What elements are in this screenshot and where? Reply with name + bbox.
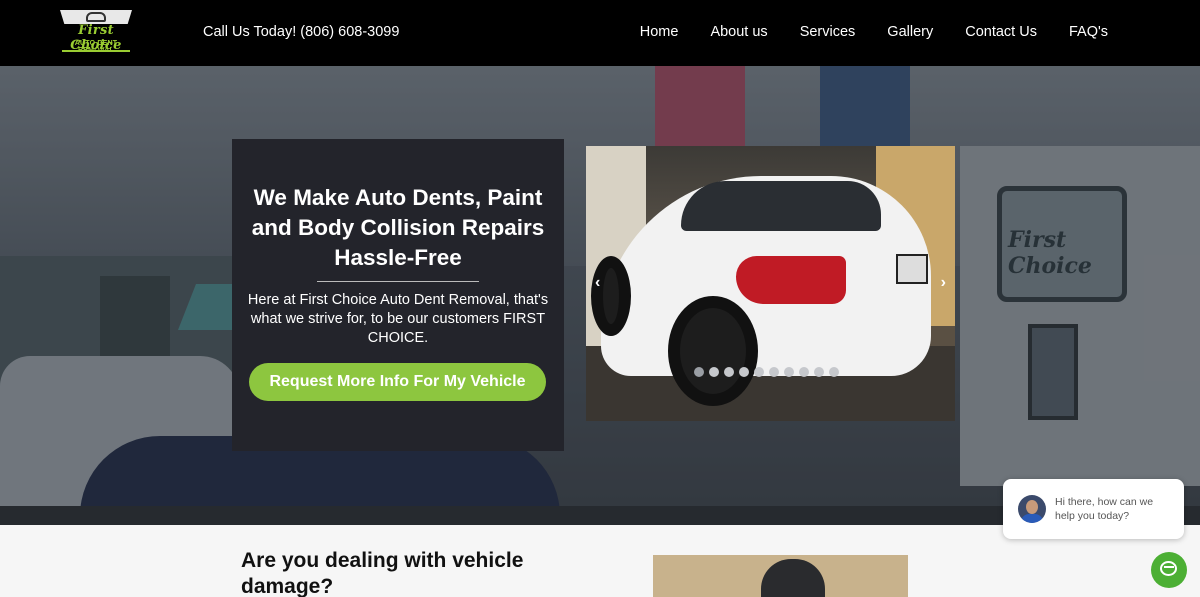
nav-contact[interactable]: Contact Us: [965, 24, 1037, 40]
carousel-dot[interactable]: [784, 367, 794, 377]
hero-text-panel: We Make Auto Dents, Paint and Body Colli…: [232, 139, 564, 451]
carousel-next-arrow-icon[interactable]: ›: [941, 274, 946, 292]
carousel-photo-wheel: [668, 296, 758, 406]
nav-home[interactable]: Home: [640, 24, 679, 40]
request-info-button[interactable]: Request More Info For My Vehicle: [249, 363, 546, 401]
chat-bubble-icon[interactable]: [1151, 552, 1187, 588]
site-logo[interactable]: First Choice AUTO DENT REMOVAL: [58, 10, 134, 54]
image-carousel: ‹ ›: [586, 146, 955, 421]
technician-photo: [653, 555, 908, 597]
nav-gallery[interactable]: Gallery: [887, 24, 933, 40]
hero-description: Here at First Choice Auto Dent Removal, …: [247, 292, 549, 346]
carousel-dot[interactable]: [739, 367, 749, 377]
chat-agent-avatar: [1018, 495, 1046, 523]
carousel-prev-arrow-icon[interactable]: ‹: [595, 274, 600, 292]
car-icon: [86, 12, 106, 22]
carousel-dot[interactable]: [799, 367, 809, 377]
carousel-photo-taillight: [736, 256, 846, 304]
hero-title: We Make Auto Dents, Paint and Body Colli…: [251, 185, 545, 270]
carousel-photo-wheel: [591, 256, 631, 336]
title-divider: [317, 281, 479, 282]
carousel-dot[interactable]: [814, 367, 824, 377]
hero-section: First Choice We Make Auto Dents, Paint a…: [0, 66, 1200, 525]
carousel-dot[interactable]: [694, 367, 704, 377]
nav-faqs[interactable]: FAQ's: [1069, 24, 1108, 40]
carousel-photo-plate: [896, 254, 928, 284]
avatar-face: [1026, 500, 1038, 514]
site-header: First Choice AUTO DENT REMOVAL Call Us T…: [0, 0, 1200, 66]
chat-bubble-outline: [1160, 561, 1177, 576]
main-nav: Home About us Services Gallery Contact U…: [640, 24, 1108, 40]
chat-popup[interactable]: Hi there, how can we help you today?: [1003, 479, 1184, 539]
chat-bubble-line: [1164, 566, 1174, 568]
carousel-indicators: [694, 367, 839, 377]
technician-photo-head: [761, 559, 825, 597]
avatar-shirt: [1021, 514, 1043, 523]
logo-underline: [62, 50, 130, 52]
phone-link[interactable]: Call Us Today! (806) 608-3099: [203, 24, 399, 40]
carousel-photo-car-window: [681, 181, 881, 231]
nav-services[interactable]: Services: [800, 24, 856, 40]
carousel-dot[interactable]: [724, 367, 734, 377]
carousel-dot[interactable]: [709, 367, 719, 377]
nav-about[interactable]: About us: [710, 24, 767, 40]
chat-greeting: Hi there, how can we help you today?: [1055, 496, 1154, 522]
intro-heading: Are you dealing with vehicle damage?: [241, 549, 524, 597]
carousel-dot[interactable]: [829, 367, 839, 377]
carousel-dot[interactable]: [754, 367, 764, 377]
carousel-dot[interactable]: [769, 367, 779, 377]
